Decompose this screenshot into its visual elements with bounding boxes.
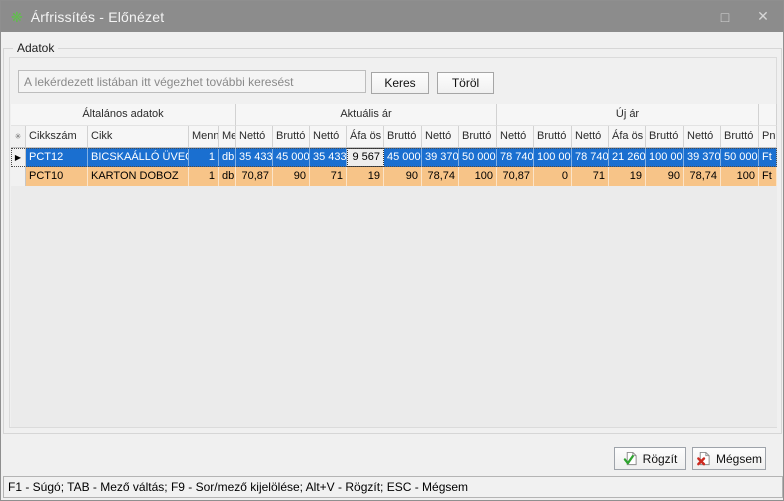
statusbar-text: F1 - Súgó; TAB - Mező váltás; F9 - Sor/m… xyxy=(8,480,468,494)
grid-cell[interactable]: 35 433 xyxy=(236,148,273,167)
column-header[interactable]: Cikk xyxy=(88,126,189,148)
titlebar: ❋ Árfrissítés - Előnézet □ ✕ xyxy=(1,1,783,32)
grid-cell[interactable]: 100 000 xyxy=(534,148,572,167)
grid-cell[interactable]: 0 xyxy=(534,167,572,186)
grid-cell[interactable]: 19 xyxy=(609,167,646,186)
column-header[interactable]: Nettó xyxy=(422,126,459,148)
grid-cell[interactable]: 78 740 xyxy=(497,148,534,167)
column-header[interactable]: Áfa ös xyxy=(347,126,384,148)
column-header[interactable]: Bruttó xyxy=(273,126,310,148)
statusbar: F1 - Súgó; TAB - Mező váltás; F9 - Sor/m… xyxy=(3,476,783,498)
column-header[interactable]: Nettó xyxy=(236,126,273,148)
table-row[interactable]: ▶PCT12BICSKAÁLLÓ ÜVEG1db35 43345 00035 4… xyxy=(11,148,777,167)
grid-cell[interactable]: 39 370 xyxy=(684,148,721,167)
price-preview-grid: Általános adatokAktuális árÚj ár✳Cikkszá… xyxy=(11,104,777,427)
column-header[interactable]: Cikkszám xyxy=(26,126,88,148)
grid-cell[interactable]: 100 xyxy=(721,167,759,186)
column-header[interactable]: Nettó xyxy=(572,126,609,148)
grid-cell[interactable]: 45 000 xyxy=(384,148,422,167)
grid-cell[interactable]: 90 xyxy=(273,167,310,186)
column-header[interactable]: Pn xyxy=(759,126,777,148)
grid-cell[interactable]: 78,74 xyxy=(684,167,721,186)
grid-cell[interactable]: 78,74 xyxy=(422,167,459,186)
save-check-icon xyxy=(623,451,638,466)
grid-cell[interactable]: KARTON DOBOZ xyxy=(88,167,189,186)
column-header[interactable]: Bruttó xyxy=(646,126,684,148)
app-icon: ❋ xyxy=(11,10,23,24)
grid-column-header-row: ✳CikkszámCikkMennyMeNettóBruttóNettóÁfa … xyxy=(11,126,777,148)
group-header: Új ár xyxy=(497,104,759,126)
grid-cell[interactable]: 70,87 xyxy=(497,167,534,186)
group-header: Általános adatok xyxy=(11,104,236,126)
grid-cell[interactable]: 70,87 xyxy=(236,167,273,186)
grid-cell[interactable]: 78 740 xyxy=(572,148,609,167)
cancel-button[interactable]: Mégsem xyxy=(692,447,766,470)
grid-cell[interactable]: Ft xyxy=(759,148,777,167)
column-header[interactable]: Nettó xyxy=(310,126,347,148)
column-header[interactable]: Nettó xyxy=(497,126,534,148)
grid-cell[interactable]: 90 xyxy=(384,167,422,186)
column-header[interactable]: Áfa ös xyxy=(609,126,646,148)
grid-cell[interactable]: 1 xyxy=(189,148,219,167)
arfrissites-elonezet-window: ❋ Árfrissítés - Előnézet □ ✕ Adatok Kere… xyxy=(0,0,784,501)
grid-cell[interactable]: 1 xyxy=(189,167,219,186)
grid-cell[interactable]: 100 000 xyxy=(646,148,684,167)
grid-cell[interactable]: db xyxy=(219,167,236,186)
grid-cell-focused[interactable]: 9 567 xyxy=(347,148,384,167)
column-header[interactable]: Bruttó xyxy=(459,126,497,148)
grid-cell[interactable]: db xyxy=(219,148,236,167)
grid-cell[interactable]: 45 000 xyxy=(273,148,310,167)
group-header xyxy=(759,104,777,126)
grid-cell[interactable]: 21 260 xyxy=(609,148,646,167)
window-title: Árfrissítés - Előnézet xyxy=(31,9,165,25)
grid-cell[interactable]: Ft xyxy=(759,167,777,186)
row-indicator-cell[interactable]: ▶ xyxy=(11,148,26,167)
column-header[interactable]: Bruttó xyxy=(384,126,422,148)
table-row[interactable]: PCT10KARTON DOBOZ1db70,879071199078,7410… xyxy=(11,167,777,186)
grid-cell[interactable]: 71 xyxy=(572,167,609,186)
grid-cell[interactable]: BICSKAÁLLÓ ÜVEG xyxy=(88,148,189,167)
maximize-icon[interactable]: □ xyxy=(707,1,743,32)
grid-cell[interactable]: 90 xyxy=(646,167,684,186)
search-input[interactable] xyxy=(18,70,366,93)
grid-cell[interactable]: 50 000 xyxy=(459,148,497,167)
grid-cell[interactable]: 39 370 xyxy=(422,148,459,167)
column-header[interactable]: Bruttó xyxy=(534,126,572,148)
grid-cell[interactable]: 100 xyxy=(459,167,497,186)
grid-cell[interactable]: PCT10 xyxy=(26,167,88,186)
grid-cell[interactable]: 35 433 xyxy=(310,148,347,167)
search-button[interactable]: Keres xyxy=(371,72,429,94)
close-icon[interactable]: ✕ xyxy=(745,1,781,32)
column-header[interactable]: Menny xyxy=(189,126,219,148)
adatok-groupbox-label: Adatok xyxy=(13,41,58,55)
grid-cell[interactable]: 19 xyxy=(347,167,384,186)
column-header[interactable]: Nettó xyxy=(684,126,721,148)
grid-cell[interactable]: PCT12 xyxy=(26,148,88,167)
column-header[interactable]: Me xyxy=(219,126,236,148)
row-indicator-cell[interactable] xyxy=(11,167,26,186)
grid-group-header-row: Általános adatokAktuális árÚj ár xyxy=(11,104,777,126)
group-header: Aktuális ár xyxy=(236,104,497,126)
cancel-button-label: Mégsem xyxy=(716,452,762,466)
clear-button[interactable]: Töröl xyxy=(437,72,494,94)
row-indicator-header-icon: ✳ xyxy=(11,126,26,148)
save-button-label: Rögzít xyxy=(643,452,678,466)
grid-cell[interactable]: 71 xyxy=(310,167,347,186)
cancel-x-icon xyxy=(696,451,711,466)
column-header[interactable]: Bruttó xyxy=(721,126,759,148)
grid-cell[interactable]: 50 000 xyxy=(721,148,759,167)
save-button[interactable]: Rögzít xyxy=(614,447,686,470)
